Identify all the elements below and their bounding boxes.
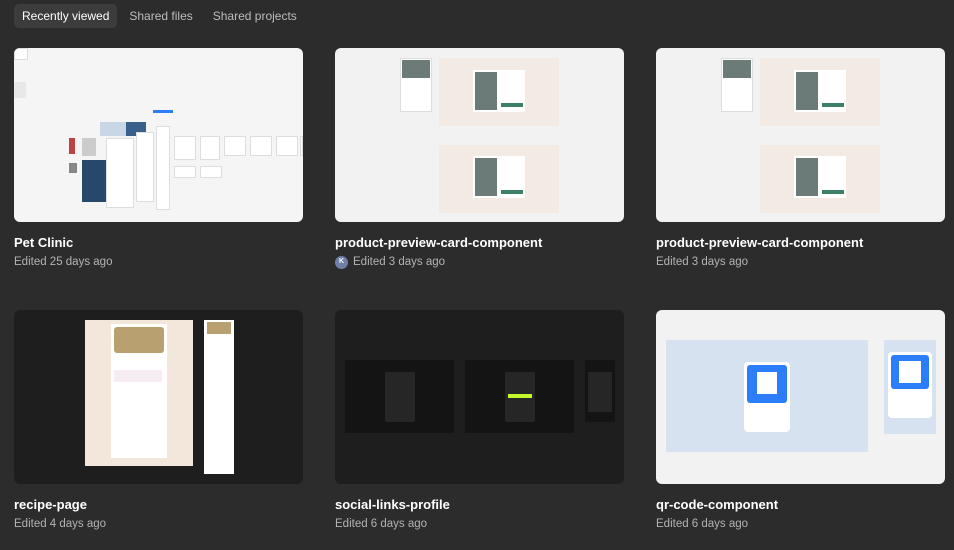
file-name: Pet Clinic bbox=[14, 235, 74, 250]
edited-label: Edited 3 days ago bbox=[656, 256, 749, 268]
file-thumbnail[interactable] bbox=[14, 310, 303, 484]
file-name: qr-code-component bbox=[656, 497, 779, 512]
file-name: product-preview-card-component bbox=[656, 235, 864, 250]
file-edited-time: Edited 6 days ago bbox=[656, 517, 945, 531]
edited-label: Edited 6 days ago bbox=[656, 518, 749, 530]
tab-recently-viewed[interactable]: Recently viewed bbox=[14, 4, 118, 28]
file-card-pet-clinic[interactable]: Pet Clinic Edited 25 days ago bbox=[14, 48, 303, 269]
avatar[interactable]: K bbox=[335, 255, 348, 269]
file-edited-time: Edited 25 days ago bbox=[14, 255, 303, 269]
file-browser-tabs: Recently viewed Shared files Shared proj… bbox=[14, 4, 305, 28]
file-card-product-preview-2[interactable]: product-preview-card-component Edited 3 … bbox=[656, 48, 945, 269]
file-card-recipe-page[interactable]: recipe-page Edited 4 days ago bbox=[14, 310, 303, 531]
file-name: recipe-page bbox=[14, 497, 87, 512]
edited-label: Edited 3 days ago bbox=[353, 256, 446, 268]
file-thumbnail[interactable] bbox=[656, 310, 945, 484]
file-card-qr-code-component[interactable]: qr-code-component Edited 6 days ago bbox=[656, 310, 945, 531]
file-edited-time: Edited 6 days ago bbox=[335, 517, 624, 531]
edited-label: Edited 6 days ago bbox=[335, 518, 428, 530]
file-name: product-preview-card-component bbox=[335, 235, 543, 250]
tab-shared-projects[interactable]: Shared projects bbox=[205, 4, 305, 28]
file-card-social-links-profile[interactable]: social-links-profile Edited 6 days ago bbox=[335, 310, 624, 531]
tab-shared-files[interactable]: Shared files bbox=[121, 4, 200, 28]
file-edited-time: K Edited 3 days ago bbox=[335, 255, 624, 269]
file-thumbnail[interactable] bbox=[335, 48, 624, 222]
edited-label: Edited 4 days ago bbox=[14, 518, 107, 530]
file-card-product-preview-1[interactable]: product-preview-card-component K Edited … bbox=[335, 48, 624, 269]
file-edited-time: Edited 4 days ago bbox=[14, 517, 303, 531]
file-thumbnail[interactable] bbox=[14, 48, 303, 222]
file-thumbnail[interactable] bbox=[335, 310, 624, 484]
file-thumbnail[interactable] bbox=[656, 48, 945, 222]
file-name: social-links-profile bbox=[335, 497, 450, 512]
file-edited-time: Edited 3 days ago bbox=[656, 255, 945, 269]
edited-label: Edited 25 days ago bbox=[14, 256, 113, 268]
